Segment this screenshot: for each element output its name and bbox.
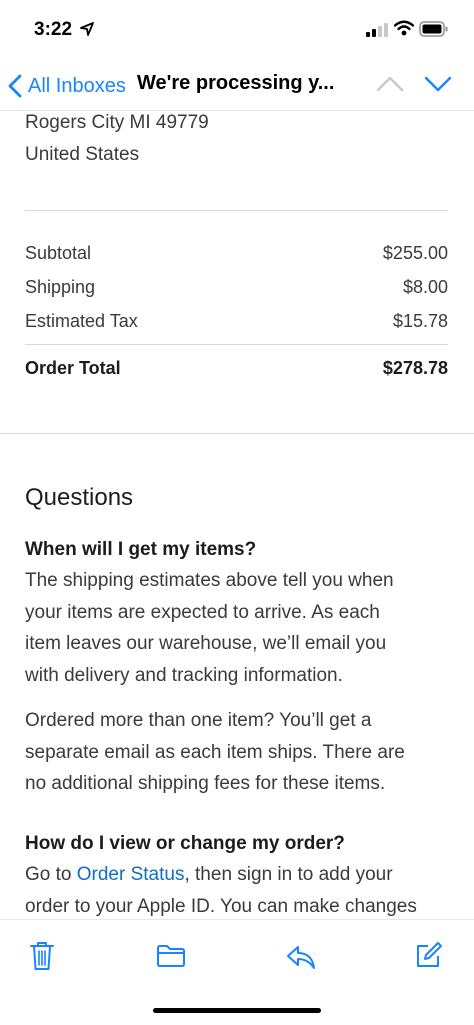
back-label: All Inboxes [28, 74, 126, 97]
location-arrow-icon [80, 22, 94, 36]
questions-heading: Questions [25, 484, 134, 511]
divider [25, 344, 448, 345]
battery-icon [419, 21, 448, 37]
answer-line: order to your Apple ID. You can make cha… [25, 895, 417, 917]
order-total-value: $278.78 [382, 358, 448, 378]
answer-line: Go to Order Status, then sign in to add … [25, 859, 465, 891]
reply-icon[interactable] [286, 944, 316, 970]
answer-line: item leaves our warehouse, we’ll email y… [25, 633, 387, 654]
chevron-left-icon [8, 74, 22, 98]
order-status-link[interactable]: Order Status [77, 864, 185, 885]
answer-paragraph: The shipping estimates above tell you wh… [25, 565, 465, 691]
answer-text: Go to [25, 864, 77, 885]
previous-message-chevron-up-icon[interactable] [376, 74, 404, 94]
answer-line: your items are expected to arrive. As ea… [25, 601, 380, 623]
estimated-tax-label: Estimated Tax [25, 311, 138, 331]
order-total-label: Order Total [25, 358, 121, 378]
email-body[interactable]: Rogers City MI 49779 United States Subto… [0, 111, 474, 919]
shipping-label: Shipping [25, 277, 96, 297]
back-to-all-inboxes-button[interactable]: All Inboxes [8, 70, 126, 102]
next-message-chevron-down-icon[interactable] [424, 74, 452, 94]
status-time: 3:22 [34, 19, 73, 40]
answer-line: Ordered more than one item? You’ll get a [25, 710, 372, 731]
compose-icon[interactable] [414, 942, 442, 970]
address-city-line: Rogers City MI 49779 [25, 112, 209, 133]
email-subject: We're processing y... [137, 72, 335, 94]
shipping-value: $8.00 [402, 277, 448, 297]
answer-text: , then sign in to add your [184, 864, 393, 885]
answer-line: with delivery and tracking information. [25, 664, 343, 686]
address-country-line: United States [25, 144, 140, 165]
question-title: When will I get my items? [25, 539, 257, 560]
question-title: How do I view or change my order? [25, 833, 345, 854]
wifi-icon [394, 20, 414, 36]
estimated-tax-value: $15.78 [392, 311, 448, 331]
answer-line: no additional shipping fees for these it… [25, 773, 386, 794]
mail-nav-bar: All Inboxes We're processing y... [0, 62, 474, 111]
subtotal-label: Subtotal [25, 243, 92, 263]
cellular-signal-icon [366, 23, 388, 37]
section-divider [0, 433, 474, 434]
home-indicator[interactable] [153, 1008, 321, 1013]
folder-icon[interactable] [156, 944, 186, 968]
answer-line: separate email as each item ships. There… [25, 741, 405, 763]
status-bar: 3:22 [0, 0, 474, 62]
answer-line: The shipping estimates above tell you wh… [25, 570, 394, 591]
answer-paragraph: Ordered more than one item? You’ll get a… [25, 705, 465, 800]
subtotal-value: $255.00 [382, 243, 448, 263]
divider [25, 210, 448, 211]
trash-icon[interactable] [29, 940, 55, 972]
answer-paragraph: Go to Order Status, then sign in to add … [25, 859, 465, 919]
